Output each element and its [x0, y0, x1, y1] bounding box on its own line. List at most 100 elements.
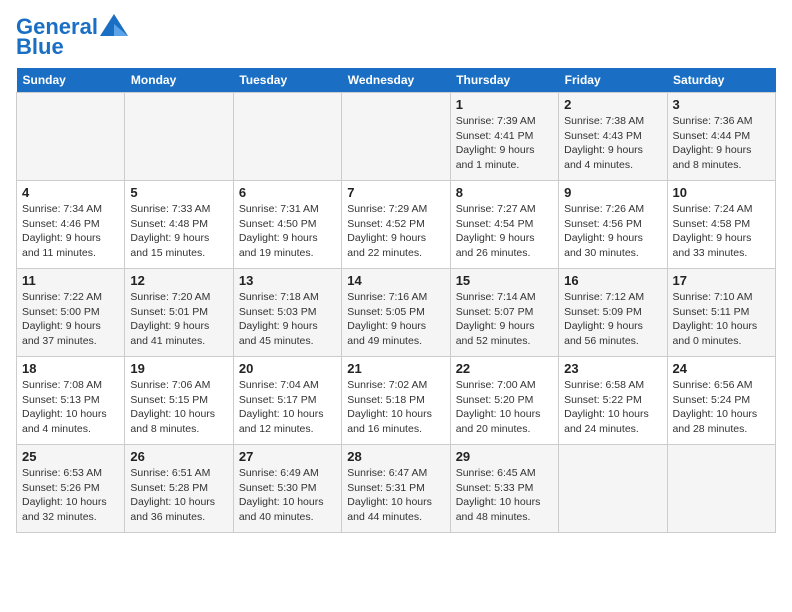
- day-info: Sunrise: 7:22 AM Sunset: 5:00 PM Dayligh…: [22, 290, 119, 349]
- day-number: 27: [239, 449, 336, 464]
- calendar-header: SundayMondayTuesdayWednesdayThursdayFrid…: [17, 68, 776, 93]
- day-info: Sunrise: 6:47 AM Sunset: 5:31 PM Dayligh…: [347, 466, 444, 525]
- weekday-header: Wednesday: [342, 68, 450, 93]
- day-number: 15: [456, 273, 553, 288]
- day-info: Sunrise: 6:49 AM Sunset: 5:30 PM Dayligh…: [239, 466, 336, 525]
- calendar-cell: 16 Sunrise: 7:12 AM Sunset: 5:09 PM Dayli…: [559, 269, 667, 357]
- day-number: 16: [564, 273, 661, 288]
- day-info: Sunrise: 6:56 AM Sunset: 5:24 PM Dayligh…: [673, 378, 770, 437]
- day-number: 19: [130, 361, 227, 376]
- calendar-cell: 24 Sunrise: 6:56 AM Sunset: 5:24 PM Dayli…: [667, 357, 775, 445]
- logo: General Blue: [16, 16, 128, 60]
- day-info: Sunrise: 7:20 AM Sunset: 5:01 PM Dayligh…: [130, 290, 227, 349]
- calendar-cell: 12 Sunrise: 7:20 AM Sunset: 5:01 PM Dayli…: [125, 269, 233, 357]
- weekday-header: Monday: [125, 68, 233, 93]
- calendar-cell: 2 Sunrise: 7:38 AM Sunset: 4:43 PM Daylig…: [559, 93, 667, 181]
- calendar-cell: [125, 93, 233, 181]
- calendar-week-row: 4 Sunrise: 7:34 AM Sunset: 4:46 PM Daylig…: [17, 181, 776, 269]
- day-number: 24: [673, 361, 770, 376]
- calendar-table: SundayMondayTuesdayWednesdayThursdayFrid…: [16, 68, 776, 533]
- weekday-header: Tuesday: [233, 68, 341, 93]
- calendar-cell: 20Sunrise: 7:04 AM Sunset: 5:17 PM Dayli…: [233, 357, 341, 445]
- day-number: 7: [347, 185, 444, 200]
- calendar-cell: [559, 445, 667, 533]
- day-number: 21: [347, 361, 444, 376]
- day-number: 22: [456, 361, 553, 376]
- day-number: 5: [130, 185, 227, 200]
- calendar-cell: 14 Sunrise: 7:16 AM Sunset: 5:05 PM Dayli…: [342, 269, 450, 357]
- day-info: Sunrise: 7:29 AM Sunset: 4:52 PM Dayligh…: [347, 202, 444, 261]
- day-info: Sunrise: 7:31 AM Sunset: 4:50 PM Dayligh…: [239, 202, 336, 261]
- day-info: Sunrise: 7:02 AM Sunset: 5:18 PM Dayligh…: [347, 378, 444, 437]
- day-number: 2: [564, 97, 661, 112]
- day-number: 6: [239, 185, 336, 200]
- day-number: 10: [673, 185, 770, 200]
- day-number: 4: [22, 185, 119, 200]
- calendar-cell: 10 Sunrise: 7:24 AM Sunset: 4:58 PM Dayli…: [667, 181, 775, 269]
- day-info: Sunrise: 7:08 AM Sunset: 5:13 PM Dayligh…: [22, 378, 119, 437]
- calendar-cell: 18 Sunrise: 7:08 AM Sunset: 5:13 PM Dayli…: [17, 357, 125, 445]
- calendar-cell: 21 Sunrise: 7:02 AM Sunset: 5:18 PM Dayli…: [342, 357, 450, 445]
- calendar-cell: 28 Sunrise: 6:47 AM Sunset: 5:31 PM Dayli…: [342, 445, 450, 533]
- calendar-cell: 15Sunrise: 7:14 AM Sunset: 5:07 PM Dayli…: [450, 269, 558, 357]
- day-info: Sunrise: 7:18 AM Sunset: 5:03 PM Dayligh…: [239, 290, 336, 349]
- calendar-cell: 7 Sunrise: 7:29 AM Sunset: 4:52 PM Daylig…: [342, 181, 450, 269]
- calendar-cell: [233, 93, 341, 181]
- calendar-week-row: 18 Sunrise: 7:08 AM Sunset: 5:13 PM Dayli…: [17, 357, 776, 445]
- day-number: 11: [22, 273, 119, 288]
- day-info: Sunrise: 7:26 AM Sunset: 4:56 PM Dayligh…: [564, 202, 661, 261]
- calendar-cell: 5 Sunrise: 7:33 AM Sunset: 4:48 PM Daylig…: [125, 181, 233, 269]
- calendar-cell: 3 Sunrise: 7:36 AM Sunset: 4:44 PM Daylig…: [667, 93, 775, 181]
- day-info: Sunrise: 6:53 AM Sunset: 5:26 PM Dayligh…: [22, 466, 119, 525]
- calendar-cell: [342, 93, 450, 181]
- day-info: Sunrise: 6:58 AM Sunset: 5:22 PM Dayligh…: [564, 378, 661, 437]
- day-number: 3: [673, 97, 770, 112]
- day-info: Sunrise: 7:16 AM Sunset: 5:05 PM Dayligh…: [347, 290, 444, 349]
- page-header: General Blue: [16, 16, 776, 60]
- calendar-cell: 17 Sunrise: 7:10 AM Sunset: 5:11 PM Dayli…: [667, 269, 775, 357]
- day-info: Sunrise: 6:51 AM Sunset: 5:28 PM Dayligh…: [130, 466, 227, 525]
- calendar-cell: [667, 445, 775, 533]
- calendar-cell: 4 Sunrise: 7:34 AM Sunset: 4:46 PM Daylig…: [17, 181, 125, 269]
- weekday-header: Saturday: [667, 68, 775, 93]
- day-info: Sunrise: 7:24 AM Sunset: 4:58 PM Dayligh…: [673, 202, 770, 261]
- day-info: Sunrise: 7:00 AM Sunset: 5:20 PM Dayligh…: [456, 378, 553, 437]
- day-number: 20: [239, 361, 336, 376]
- calendar-cell: 8 Sunrise: 7:27 AM Sunset: 4:54 PM Daylig…: [450, 181, 558, 269]
- day-number: 23: [564, 361, 661, 376]
- day-number: 9: [564, 185, 661, 200]
- day-number: 12: [130, 273, 227, 288]
- day-number: 17: [673, 273, 770, 288]
- day-info: Sunrise: 7:10 AM Sunset: 5:11 PM Dayligh…: [673, 290, 770, 349]
- calendar-week-row: 11 Sunrise: 7:22 AM Sunset: 5:00 PM Dayli…: [17, 269, 776, 357]
- day-number: 26: [130, 449, 227, 464]
- calendar-cell: 1 Sunrise: 7:39 AM Sunset: 4:41 PM Daylig…: [450, 93, 558, 181]
- day-number: 28: [347, 449, 444, 464]
- weekday-header: Sunday: [17, 68, 125, 93]
- day-info: Sunrise: 7:34 AM Sunset: 4:46 PM Dayligh…: [22, 202, 119, 261]
- day-info: Sunrise: 7:38 AM Sunset: 4:43 PM Dayligh…: [564, 114, 661, 173]
- day-number: 1: [456, 97, 553, 112]
- calendar-cell: 6 Sunrise: 7:31 AM Sunset: 4:50 PM Daylig…: [233, 181, 341, 269]
- day-info: Sunrise: 7:33 AM Sunset: 4:48 PM Dayligh…: [130, 202, 227, 261]
- calendar-cell: [17, 93, 125, 181]
- calendar-cell: 11 Sunrise: 7:22 AM Sunset: 5:00 PM Dayli…: [17, 269, 125, 357]
- calendar-cell: 22 Sunrise: 7:00 AM Sunset: 5:20 PM Dayli…: [450, 357, 558, 445]
- day-number: 18: [22, 361, 119, 376]
- calendar-cell: 26 Sunrise: 6:51 AM Sunset: 5:28 PM Dayli…: [125, 445, 233, 533]
- calendar-cell: 13 Sunrise: 7:18 AM Sunset: 5:03 PM Dayli…: [233, 269, 341, 357]
- header-row: SundayMondayTuesdayWednesdayThursdayFrid…: [17, 68, 776, 93]
- calendar-body: 1 Sunrise: 7:39 AM Sunset: 4:41 PM Daylig…: [17, 93, 776, 533]
- day-info: Sunrise: 7:06 AM Sunset: 5:15 PM Dayligh…: [130, 378, 227, 437]
- day-number: 8: [456, 185, 553, 200]
- day-number: 13: [239, 273, 336, 288]
- day-info: Sunrise: 7:39 AM Sunset: 4:41 PM Dayligh…: [456, 114, 553, 173]
- day-info: Sunrise: 7:12 AM Sunset: 5:09 PM Dayligh…: [564, 290, 661, 349]
- day-info: Sunrise: 7:36 AM Sunset: 4:44 PM Dayligh…: [673, 114, 770, 173]
- calendar-week-row: 25Sunrise: 6:53 AM Sunset: 5:26 PM Dayli…: [17, 445, 776, 533]
- weekday-header: Thursday: [450, 68, 558, 93]
- logo-icon: [100, 14, 128, 36]
- day-number: 14: [347, 273, 444, 288]
- day-info: Sunrise: 6:45 AM Sunset: 5:33 PM Dayligh…: [456, 466, 553, 525]
- day-info: Sunrise: 7:27 AM Sunset: 4:54 PM Dayligh…: [456, 202, 553, 261]
